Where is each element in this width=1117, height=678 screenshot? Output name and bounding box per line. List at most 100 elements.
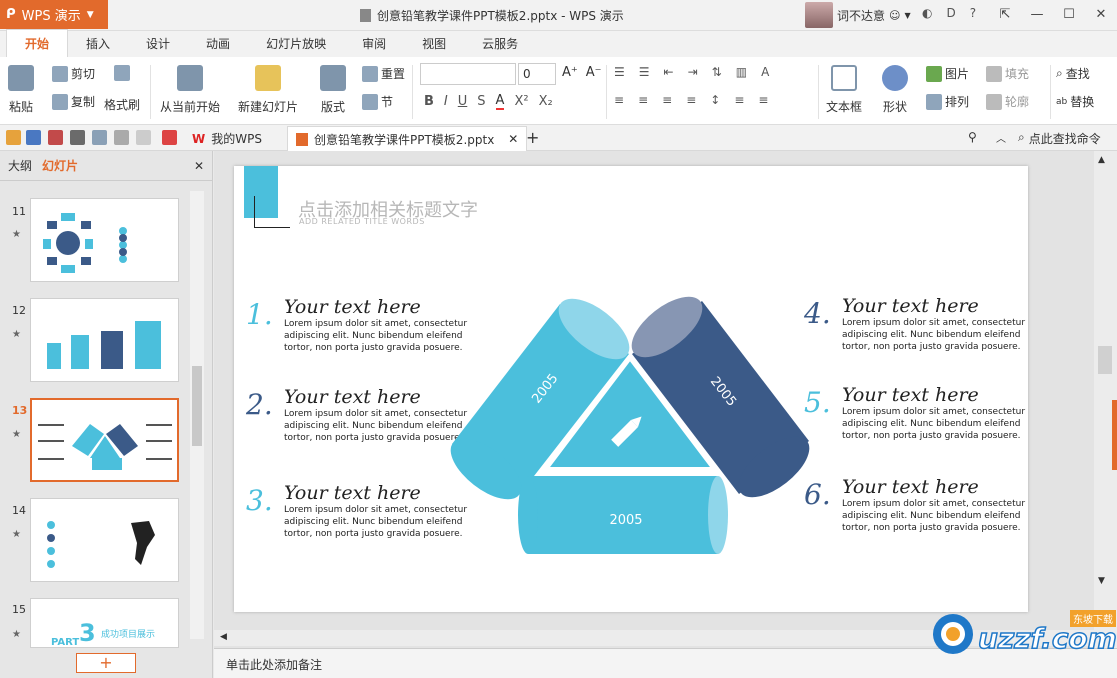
line-spacing-icon[interactable]: ↕ xyxy=(710,93,720,107)
tab-review[interactable]: 审阅 xyxy=(344,30,404,57)
tab-animation[interactable]: 动画 xyxy=(188,30,248,57)
outline-button[interactable]: 轮廓 xyxy=(986,93,1029,110)
grow-font-icon[interactable]: A⁺ xyxy=(562,65,578,80)
reset-button[interactable]: 重置 xyxy=(362,65,405,82)
print-preview-icon[interactable] xyxy=(92,130,107,145)
textbox-button[interactable]: 文本框 xyxy=(826,65,862,115)
tab-slides[interactable]: 幻灯片 xyxy=(42,157,78,174)
scroll-thumb[interactable] xyxy=(1098,346,1112,374)
skin-icon[interactable]: ☺ xyxy=(889,9,900,22)
pin-icon[interactable]: ⚲ xyxy=(968,130,977,144)
tab-document[interactable]: 创意铅笔教学课件PPT模板2.pptx ✕ xyxy=(287,126,528,151)
replace-button[interactable]: ab 替换 xyxy=(1056,93,1094,110)
text-effects-icon[interactable]: A xyxy=(761,65,769,79)
user-name[interactable]: 词不达意 xyxy=(837,7,885,24)
shadow-icon[interactable]: S xyxy=(477,94,485,109)
avatar[interactable] xyxy=(805,2,833,28)
close-panel-icon[interactable]: ✕ xyxy=(194,159,204,173)
paste-button[interactable]: 粘贴 xyxy=(8,65,34,115)
slide-thumbnail-15[interactable]: PART 3 成功项目展示 xyxy=(30,598,179,648)
new-slide-button[interactable]: 新建幻灯片 xyxy=(238,65,298,115)
shrink-font-icon[interactable]: A⁻ xyxy=(586,65,602,80)
find-button[interactable]: ⌕ 查找 xyxy=(1056,65,1090,82)
decrease-indent-icon[interactable]: ⇤ xyxy=(664,65,674,79)
distributed-icon[interactable]: ≡ xyxy=(734,93,744,107)
scroll-left-arrow[interactable]: ◀ xyxy=(220,632,227,642)
justify-icon[interactable]: ≡ xyxy=(686,93,696,107)
slide-thumbnail-12[interactable] xyxy=(30,298,179,382)
save-icon[interactable] xyxy=(26,130,41,145)
font-color-icon[interactable]: A xyxy=(495,93,505,110)
tab-home[interactable]: 开始 xyxy=(6,29,69,57)
open-folder-icon[interactable] xyxy=(6,130,21,145)
expand-ribbon-icon[interactable]: ︿ xyxy=(996,130,1006,145)
tab-my-wps[interactable]: W 我的WPS xyxy=(184,126,270,151)
print-icon[interactable] xyxy=(70,130,85,145)
help-icon[interactable]: ? xyxy=(970,6,976,20)
italic-icon[interactable]: I xyxy=(444,94,448,109)
layout-button[interactable]: 版式 xyxy=(320,65,346,115)
slide[interactable]: 点击添加相关标题文字 ADD RELATED TITLE WORDS 1. Yo… xyxy=(234,166,1028,612)
cut-button[interactable]: 剪切 xyxy=(52,65,95,82)
subscript-icon[interactable]: X₂ xyxy=(539,94,553,109)
format-painter-button[interactable]: 格式刷 xyxy=(104,65,140,113)
maximize-button[interactable]: ☐ xyxy=(1053,0,1085,29)
slide-thumbnail-14[interactable] xyxy=(30,498,179,582)
bullets-icon[interactable]: ☰ xyxy=(614,65,625,79)
align-left-icon[interactable]: ≡ xyxy=(614,93,624,107)
slide-thumbnail-13[interactable] xyxy=(30,398,179,482)
tab-cloud[interactable]: 云服务 xyxy=(464,30,536,57)
underline-icon[interactable]: U xyxy=(458,94,468,109)
shape-button[interactable]: 形状 xyxy=(882,65,908,115)
tab-outline[interactable]: 大纲 xyxy=(8,157,32,174)
slide-number: 11 xyxy=(12,205,26,218)
text-direction-icon[interactable]: ⇅ xyxy=(712,65,722,79)
panel-scrollbar[interactable] xyxy=(190,191,204,639)
new-tab-icon[interactable]: + xyxy=(526,128,539,147)
tab-insert[interactable]: 插入 xyxy=(68,30,128,57)
section-button[interactable]: 节 xyxy=(362,93,393,110)
customize-icon[interactable] xyxy=(162,130,177,145)
slide-thumbnail-11[interactable] xyxy=(30,198,179,282)
restore-window-icon[interactable]: ⇱ xyxy=(989,0,1021,29)
increase-indent-icon[interactable]: ⇥ xyxy=(688,65,698,79)
tab-slideshow[interactable]: 幻灯片放映 xyxy=(248,30,344,57)
align-center-icon[interactable]: ≡ xyxy=(638,93,648,107)
fill-button[interactable]: 填充 xyxy=(986,65,1029,82)
share-icon[interactable]: D xyxy=(946,6,955,20)
scroll-down-arrow[interactable]: ▼ xyxy=(1098,576,1105,586)
scroll-up-arrow[interactable]: ▲ xyxy=(1098,155,1105,165)
bold-icon[interactable]: B xyxy=(424,94,434,109)
bottom-cylinder[interactable]: 2005 xyxy=(518,476,728,554)
font-size-select[interactable]: 0 xyxy=(518,63,556,85)
close-tab-icon[interactable]: ✕ xyxy=(508,132,518,146)
columns-icon[interactable]: ▥ xyxy=(736,65,747,79)
title-icons: ◐ D ? xyxy=(922,6,976,20)
minimize-button[interactable]: — xyxy=(1021,0,1053,29)
arrange-button[interactable]: 排列 xyxy=(926,93,969,110)
user-account[interactable]: 词不达意 ☺ ▼ xyxy=(805,2,911,28)
command-search[interactable]: ⌕ 点此查找命令 xyxy=(1018,130,1101,147)
font-name-select[interactable] xyxy=(420,63,516,85)
side-handle[interactable] xyxy=(1112,400,1117,470)
align-right-icon[interactable]: ≡ xyxy=(662,93,672,107)
close-button[interactable]: ✕ xyxy=(1085,0,1117,29)
redo-icon[interactable] xyxy=(136,130,151,145)
app-menu-button[interactable]: ᑭ WPS 演示 ▼ xyxy=(0,0,108,29)
play-from-current-button[interactable]: 从当前开始 xyxy=(160,65,220,115)
tab-design[interactable]: 设计 xyxy=(128,30,188,57)
format-painter-label: 格式刷 xyxy=(104,98,141,112)
picture-button[interactable]: 图片 xyxy=(926,65,969,82)
numbering-icon[interactable]: ☰ xyxy=(639,65,650,79)
export-pdf-icon[interactable] xyxy=(48,130,63,145)
tab-view[interactable]: 视图 xyxy=(404,30,464,57)
outline-label: 轮廓 xyxy=(1005,95,1030,109)
undo-icon[interactable] xyxy=(114,130,129,145)
superscript-icon[interactable]: X² xyxy=(514,94,528,109)
chevron-down-icon[interactable]: ▼ xyxy=(904,11,910,20)
feedback-icon[interactable]: ◐ xyxy=(922,6,932,20)
copy-button[interactable]: 复制 xyxy=(52,93,95,110)
scroll-thumb[interactable] xyxy=(192,366,202,446)
paragraph-spacing-icon[interactable]: ≡ xyxy=(758,93,768,107)
add-slide-button[interactable]: + xyxy=(76,653,136,673)
